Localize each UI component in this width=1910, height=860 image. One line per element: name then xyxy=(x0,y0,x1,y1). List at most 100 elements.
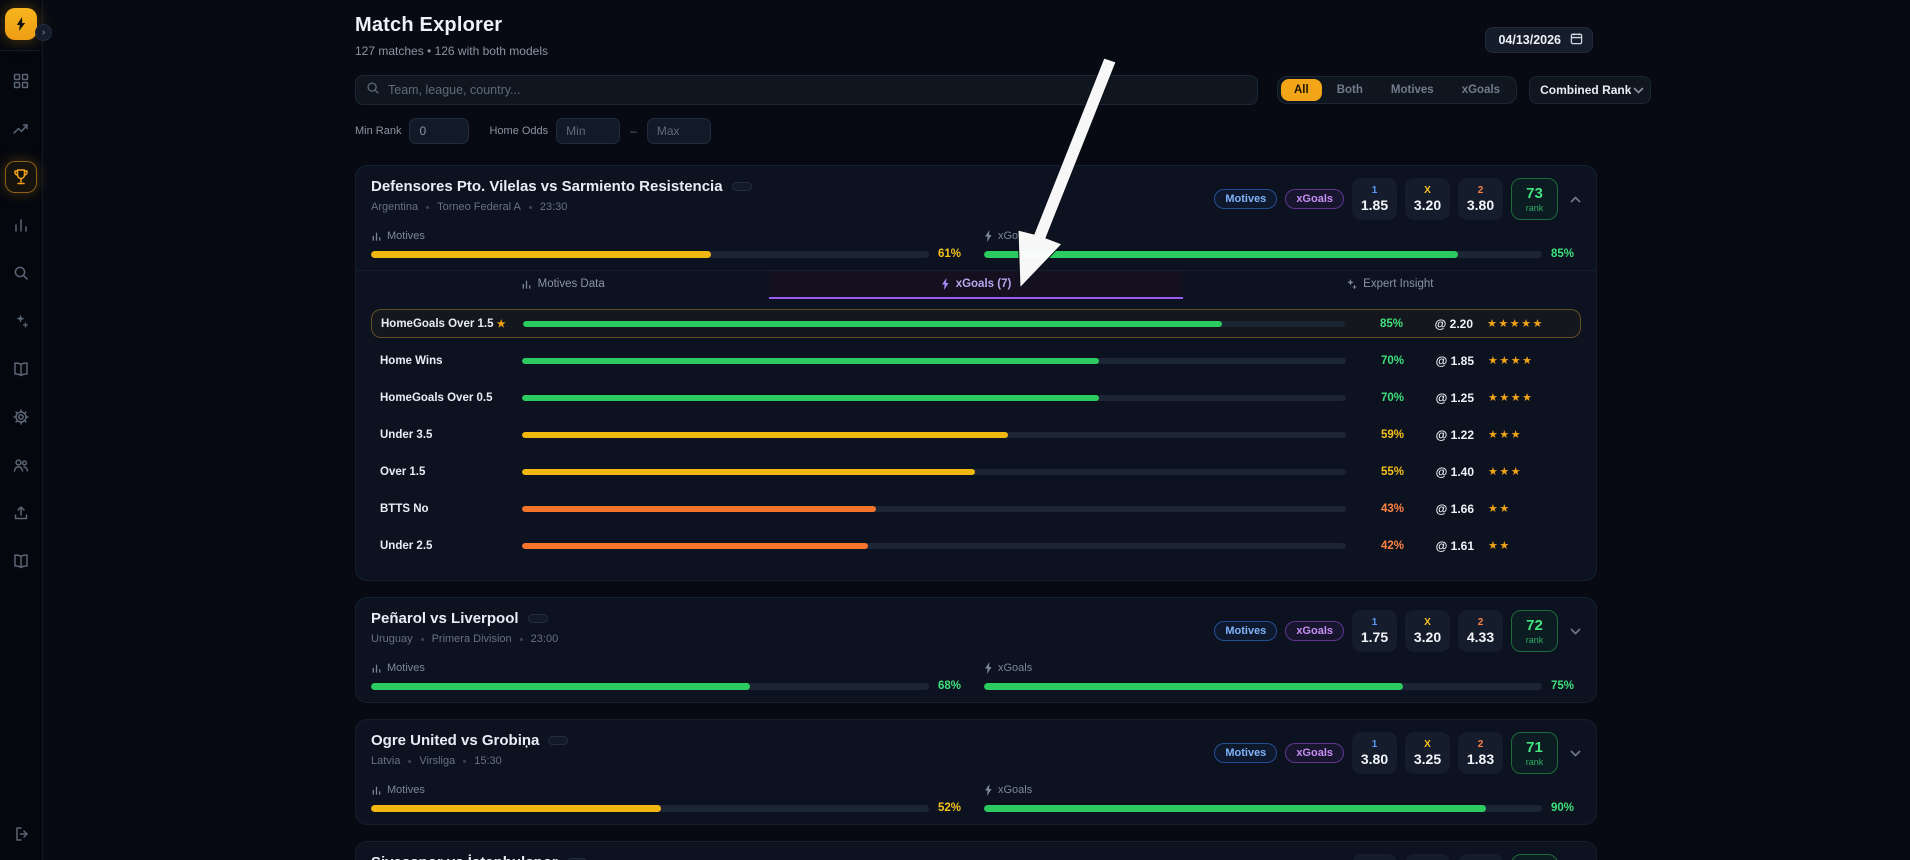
upload-icon[interactable] xyxy=(5,497,37,529)
market-row-under-3-5[interactable]: Under 3.5 59% @ 1.22 ★★★ xyxy=(371,420,1581,449)
bolt-logo-icon[interactable] xyxy=(5,8,37,40)
sidebar-expand-button[interactable]: › xyxy=(35,24,52,41)
match-card-list: Defensores Pto. Vilelas vs Sarmiento Res… xyxy=(355,165,1597,860)
model-filter-segmented: All Both Motives xGoals xyxy=(1277,76,1518,104)
market-row-under-2-5[interactable]: Under 2.5 42% @ 1.61 ★★ xyxy=(371,531,1581,560)
xgoals-label: xGoals xyxy=(984,784,1581,796)
market-percent: 70% xyxy=(1380,354,1404,367)
match-card-defensores-pto-vilelas-vs-sarmiento-resistencia: Defensores Pto. Vilelas vs Sarmiento Res… xyxy=(355,165,1597,581)
market-name: Under 2.5 xyxy=(380,539,433,552)
market-bar xyxy=(522,357,1346,364)
match-meta: Argentina Torneo Federal A 23:30 xyxy=(371,201,752,213)
xgoals-badge[interactable]: xGoals xyxy=(1285,621,1344,641)
book-icon[interactable] xyxy=(5,353,37,385)
match-league: Primera Division xyxy=(431,633,512,645)
draw-odds-box[interactable]: X3.60 xyxy=(1405,854,1450,860)
bar-chart-icon[interactable] xyxy=(5,209,37,241)
filter-chip-xgoals[interactable]: xGoals xyxy=(1449,79,1513,101)
markets-list: HomeGoals Over 1.5 ★ 85% @ 2.20 ★★★★★ Ho… xyxy=(371,299,1581,570)
market-name: Over 1.5 xyxy=(380,465,426,478)
market-odds: @ 1.85 xyxy=(1435,353,1474,368)
gear-icon[interactable] xyxy=(5,401,37,433)
market-row-home-wins[interactable]: Home Wins 70% @ 1.85 ★★★★ xyxy=(371,346,1581,375)
sort-dropdown[interactable]: Combined Rank xyxy=(1529,76,1652,104)
sparkles-icon[interactable] xyxy=(5,305,37,337)
market-row-over-1-5[interactable]: Over 1.5 55% @ 1.40 ★★★ xyxy=(371,457,1581,486)
motives-badge[interactable]: Motives xyxy=(1214,743,1278,763)
market-odds: @ 1.25 xyxy=(1435,390,1474,405)
filter-chip-both[interactable]: Both xyxy=(1324,79,1376,101)
page-title: Match Explorer xyxy=(355,14,503,36)
trending-icon[interactable] xyxy=(5,113,37,145)
page-subtitle: 127 matches • 126 with both models xyxy=(355,44,548,58)
rank-badge: 71 rank xyxy=(1511,732,1558,774)
away-odds-box[interactable]: 2 3.80 xyxy=(1458,178,1503,220)
search-input[interactable] xyxy=(388,83,1247,97)
chevron-down-icon[interactable] xyxy=(1570,750,1581,757)
xgoals-percent: 75% xyxy=(1551,680,1575,692)
match-title: Defensores Pto. Vilelas vs Sarmiento Res… xyxy=(371,178,723,195)
match-time: 23:00 xyxy=(530,633,559,645)
market-name: HomeGoals Over 0.5 xyxy=(380,391,493,404)
draw-odds-box[interactable]: X 3.20 xyxy=(1405,610,1450,652)
tab-expert-insight[interactable]: Expert Insight xyxy=(1183,271,1596,299)
xgoals-badge[interactable]: xGoals xyxy=(1285,189,1344,209)
logo-wrap xyxy=(0,0,42,51)
xgoals-badge[interactable]: xGoals xyxy=(1285,743,1344,763)
home-odds-box[interactable]: 1 3.80 xyxy=(1352,732,1397,774)
market-row-btts-no[interactable]: BTTS No 43% @ 1.66 ★★ xyxy=(371,494,1581,523)
draw-odds-box[interactable]: X 3.25 xyxy=(1405,732,1450,774)
away-odds-box[interactable]: 2 4.33 xyxy=(1458,610,1503,652)
match-meta: Uruguay Primera Division 23:00 xyxy=(371,633,558,645)
dashboard-icon[interactable] xyxy=(5,65,37,97)
star-rating: ★★★★ xyxy=(1488,355,1534,367)
motives-badge[interactable]: Motives xyxy=(1214,189,1278,209)
match-title: Peñarol vs Liverpool xyxy=(371,610,519,627)
model-bars: Motives 68% xGoals 75% xyxy=(371,662,1581,692)
search-box xyxy=(355,75,1258,105)
home-odds-min-input[interactable] xyxy=(556,118,621,144)
match-card-ogre-united-vs-grobi-a: Ogre United vs Grobiņa Latvia Virsliga 1… xyxy=(355,719,1597,825)
chevron-up-icon[interactable] xyxy=(1570,196,1581,203)
star-rating: ★★ xyxy=(1488,503,1511,515)
date-picker[interactable]: 04/13/2026 xyxy=(1485,27,1593,53)
filter-chip-all[interactable]: All xyxy=(1281,79,1322,101)
motives-badge[interactable]: Motives xyxy=(1214,621,1278,641)
motives-bar xyxy=(371,250,929,258)
min-rank-input[interactable] xyxy=(409,118,470,144)
market-row-homegoals-over-1-5[interactable]: HomeGoals Over 1.5 ★ 85% @ 2.20 ★★★★★ xyxy=(371,309,1581,338)
market-bar xyxy=(522,431,1346,438)
market-percent: 70% xyxy=(1380,391,1404,404)
home-odds-box[interactable]: 11.66 xyxy=(1352,854,1397,860)
trophy-icon[interactable] xyxy=(5,161,37,193)
match-league: Virsliga xyxy=(419,755,456,767)
search-icon[interactable] xyxy=(5,257,37,289)
logout-icon[interactable] xyxy=(6,818,38,850)
tab-xgoals-7[interactable]: xGoals (7) xyxy=(769,271,1183,299)
match-time: 23:30 xyxy=(539,201,568,213)
market-percent: 42% xyxy=(1380,539,1404,552)
tab-motives-data[interactable]: Motives Data xyxy=(356,271,769,299)
main-area: Match Explorer 127 matches • 126 with bo… xyxy=(43,0,1910,860)
draw-odds-box[interactable]: X 3.20 xyxy=(1405,178,1450,220)
chevron-down-icon xyxy=(1633,81,1644,99)
home-odds-box[interactable]: 1 1.85 xyxy=(1352,178,1397,220)
market-bar xyxy=(522,394,1346,401)
filter-chip-motives[interactable]: Motives xyxy=(1378,79,1447,101)
book2-icon[interactable] xyxy=(5,545,37,577)
away-odds-box[interactable]: 24.20 xyxy=(1458,854,1503,860)
flag-placeholder-icon xyxy=(548,736,569,745)
market-odds: @ 1.61 xyxy=(1435,538,1474,553)
match-card-sivasspor-vs-i-stanbulspor: Sivasspor vs İstanbulspor Turkey 1. Lig … xyxy=(355,841,1597,860)
chevron-down-icon[interactable] xyxy=(1570,628,1581,635)
home-odds-box[interactable]: 1 1.75 xyxy=(1352,610,1397,652)
home-odds-max-input[interactable] xyxy=(646,118,711,144)
market-odds: @ 1.40 xyxy=(1435,464,1474,479)
flag-placeholder-icon xyxy=(731,182,752,191)
xgoals-percent: 90% xyxy=(1551,802,1575,814)
model-bars: Motives 61% xGoals 85% xyxy=(371,230,1581,260)
users-icon[interactable] xyxy=(5,449,37,481)
market-percent: 55% xyxy=(1380,465,1404,478)
away-odds-box[interactable]: 2 1.83 xyxy=(1458,732,1503,774)
market-row-homegoals-over-0-5[interactable]: HomeGoals Over 0.5 70% @ 1.25 ★★★★ xyxy=(371,383,1581,412)
